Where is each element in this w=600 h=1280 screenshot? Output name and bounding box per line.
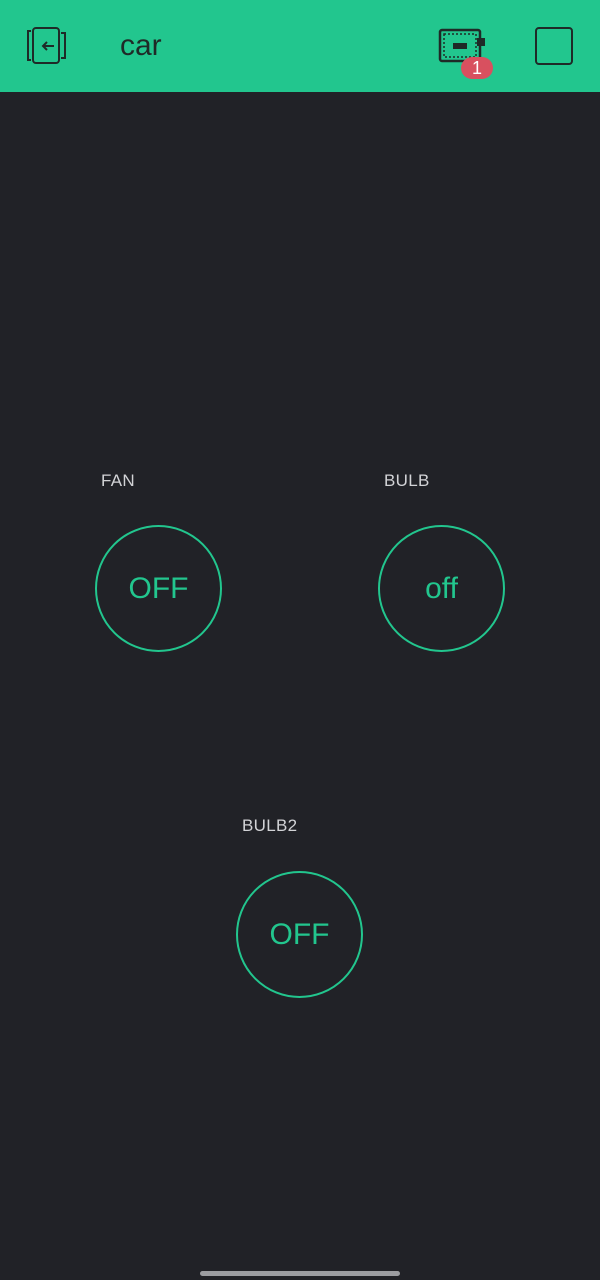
home-indicator[interactable] — [200, 1271, 400, 1276]
exit-project-icon — [27, 27, 66, 64]
stop-button[interactable] — [535, 27, 573, 65]
bulb-label: BULB — [384, 471, 430, 490]
fan-label: FAN — [101, 471, 135, 490]
project-title: car — [120, 29, 162, 62]
app-canvas: car 1 FAN OFF BULB off BULB2 OFF — [0, 0, 600, 1280]
bulb2-label: BULB2 — [242, 816, 298, 835]
fan-switch-button[interactable]: OFF — [95, 525, 222, 652]
top-bar: car 1 — [0, 0, 600, 92]
exit-project-button[interactable] — [24, 24, 70, 68]
device-count-badge: 1 — [461, 57, 493, 79]
bulb2-switch-button[interactable]: OFF — [236, 871, 363, 998]
bulb-switch-button[interactable]: off — [378, 525, 505, 652]
